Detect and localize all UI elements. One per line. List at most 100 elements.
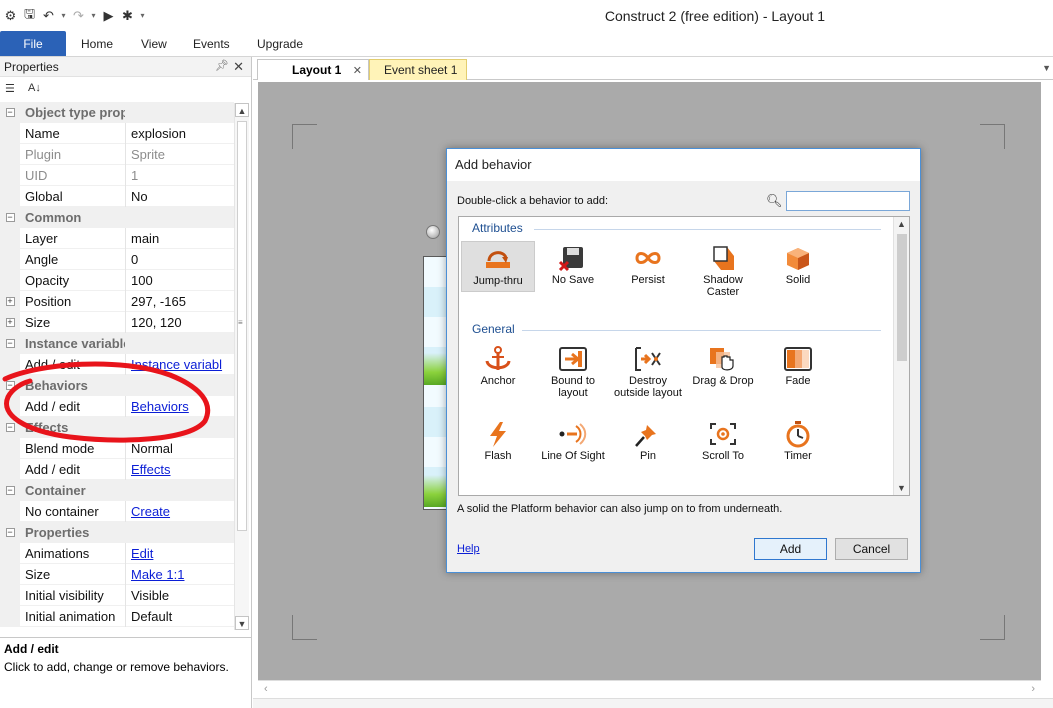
background-sprite[interactable]: [423, 256, 448, 510]
collapse-icon[interactable]: −: [5, 339, 15, 348]
property-row[interactable]: Blend mode Normal: [0, 438, 234, 459]
expand-icon[interactable]: +: [5, 297, 15, 306]
behavior-item-drag-drop[interactable]: Drag & Drop: [686, 342, 760, 393]
tabs-dropdown-icon[interactable]: ▼: [1042, 63, 1051, 73]
property-value[interactable]: Sprite: [125, 144, 234, 165]
property-row[interactable]: Name explosion: [0, 123, 234, 144]
property-value[interactable]: main: [125, 228, 234, 249]
property-row[interactable]: Animations Edit: [0, 543, 234, 564]
property-row[interactable]: Size Make 1:1: [0, 564, 234, 585]
property-row[interactable]: Add / edit Instance variabl: [0, 354, 234, 375]
property-value[interactable]: Edit: [125, 543, 234, 564]
behavior-item-line-of-sight[interactable]: Line Of Sight: [536, 417, 610, 468]
help-link[interactable]: Help: [457, 543, 480, 555]
property-row[interactable]: Opacity 100: [0, 270, 234, 291]
property-row[interactable]: Add / edit Effects: [0, 459, 234, 480]
property-value[interactable]: No: [125, 186, 234, 207]
property-link[interactable]: Behaviors: [131, 399, 189, 414]
property-row[interactable]: Plugin Sprite: [0, 144, 234, 165]
property-link[interactable]: Create: [131, 504, 170, 519]
property-row[interactable]: Add / edit Behaviors: [0, 396, 234, 417]
property-value[interactable]: explosion: [125, 123, 234, 144]
property-value[interactable]: 100: [125, 270, 234, 291]
tab-home[interactable]: Home: [81, 37, 113, 51]
behavior-search-input[interactable]: [786, 191, 910, 211]
property-category[interactable]: − Behaviors: [0, 375, 234, 396]
property-value[interactable]: 120, 120: [125, 312, 234, 333]
collapse-icon[interactable]: −: [5, 108, 15, 117]
property-row[interactable]: + Position 297, -165: [0, 291, 234, 312]
behavior-list-scrollbar[interactable]: ▲ ▼: [893, 217, 909, 495]
tab-layout-1[interactable]: Layout 1 ✕: [257, 59, 369, 80]
layout-vscroll[interactable]: [1041, 82, 1053, 680]
property-value[interactable]: 297, -165: [125, 291, 234, 312]
file-tab[interactable]: File: [0, 31, 66, 56]
behavior-item-no-save[interactable]: No Save: [536, 241, 610, 292]
property-value[interactable]: Make 1:1: [125, 564, 234, 585]
behavior-item-solid[interactable]: Solid: [761, 241, 835, 292]
property-row[interactable]: Angle 0: [0, 249, 234, 270]
behavior-item-timer[interactable]: Timer: [761, 417, 835, 468]
property-row[interactable]: No container Create: [0, 501, 234, 522]
property-category[interactable]: − Object type properties: [0, 102, 234, 123]
add-button[interactable]: Add: [754, 538, 827, 560]
property-link[interactable]: Edit: [131, 546, 153, 561]
property-link[interactable]: Effects: [131, 462, 171, 477]
property-category[interactable]: − Instance variables: [0, 333, 234, 354]
behavior-item-bound-to-layout[interactable]: Bound to layout: [536, 342, 610, 399]
close-tab-icon[interactable]: ✕: [353, 64, 362, 77]
layout-object-handle[interactable]: [426, 225, 440, 239]
property-row[interactable]: Layer main: [0, 228, 234, 249]
collapse-icon[interactable]: −: [5, 381, 15, 390]
behavior-item-pin[interactable]: Pin: [611, 417, 685, 468]
property-category[interactable]: − Properties: [0, 522, 234, 543]
tab-upgrade[interactable]: Upgrade: [257, 37, 303, 51]
scroll-down-icon[interactable]: ▼: [235, 616, 249, 630]
scroll-up-icon[interactable]: ▲: [897, 219, 906, 229]
properties-scrollbar[interactable]: ▲ ≡ ▼: [234, 103, 249, 630]
property-link[interactable]: Make 1:1: [131, 567, 184, 582]
property-row[interactable]: UID 1: [0, 165, 234, 186]
collapse-icon[interactable]: −: [5, 423, 15, 432]
behavior-item-jump-thru[interactable]: Jump-thru: [461, 241, 535, 292]
property-value[interactable]: Normal: [125, 438, 234, 459]
close-icon[interactable]: ✕: [233, 59, 244, 75]
property-value[interactable]: 1: [125, 165, 234, 186]
cancel-button[interactable]: Cancel: [835, 538, 908, 560]
scroll-down-icon[interactable]: ▼: [897, 483, 906, 493]
layout-hscroll[interactable]: ‹ ›: [258, 680, 1041, 698]
property-link[interactable]: Instance variabl: [131, 357, 222, 372]
property-value[interactable]: Instance variabl: [125, 354, 234, 375]
property-value[interactable]: Create: [125, 501, 234, 522]
property-row[interactable]: + Size 120, 120: [0, 312, 234, 333]
property-value[interactable]: Default: [125, 606, 234, 627]
property-value[interactable]: Visible: [125, 585, 234, 606]
categorized-icon[interactable]: ☰: [5, 82, 15, 95]
property-row[interactable]: Global No: [0, 186, 234, 207]
behavior-item-shadow-caster[interactable]: Shadow Caster: [686, 241, 760, 298]
property-value[interactable]: Behaviors: [125, 396, 234, 417]
expand-icon[interactable]: +: [5, 318, 15, 327]
behavior-item-scroll-to[interactable]: Scroll To: [686, 417, 760, 468]
collapse-icon[interactable]: −: [5, 486, 15, 495]
collapse-icon[interactable]: −: [5, 528, 15, 537]
property-row[interactable]: Initial visibility Visible: [0, 585, 234, 606]
tab-view[interactable]: View: [141, 37, 167, 51]
scroll-left-icon[interactable]: ‹: [264, 683, 268, 695]
sort-az-icon[interactable]: A↓: [28, 82, 41, 94]
tab-events[interactable]: Events: [193, 37, 230, 51]
scroll-up-icon[interactable]: ▲: [235, 103, 249, 117]
property-category[interactable]: − Container: [0, 480, 234, 501]
behavior-item-anchor[interactable]: Anchor: [461, 342, 535, 393]
tab-event-sheet-1[interactable]: Event sheet 1: [369, 59, 467, 80]
behavior-item-persist[interactable]: Persist: [611, 241, 685, 292]
property-category[interactable]: − Common: [0, 207, 234, 228]
collapse-icon[interactable]: −: [5, 213, 15, 222]
property-value[interactable]: Effects: [125, 459, 234, 480]
scroll-right-icon[interactable]: ›: [1031, 683, 1035, 695]
behavior-item-flash[interactable]: Flash: [461, 417, 535, 468]
property-value[interactable]: 0: [125, 249, 234, 270]
behavior-item-destroy-outside-layout[interactable]: Destroy outside layout: [611, 342, 685, 399]
property-category[interactable]: − Effects: [0, 417, 234, 438]
scroll-thumb[interactable]: [897, 234, 907, 361]
